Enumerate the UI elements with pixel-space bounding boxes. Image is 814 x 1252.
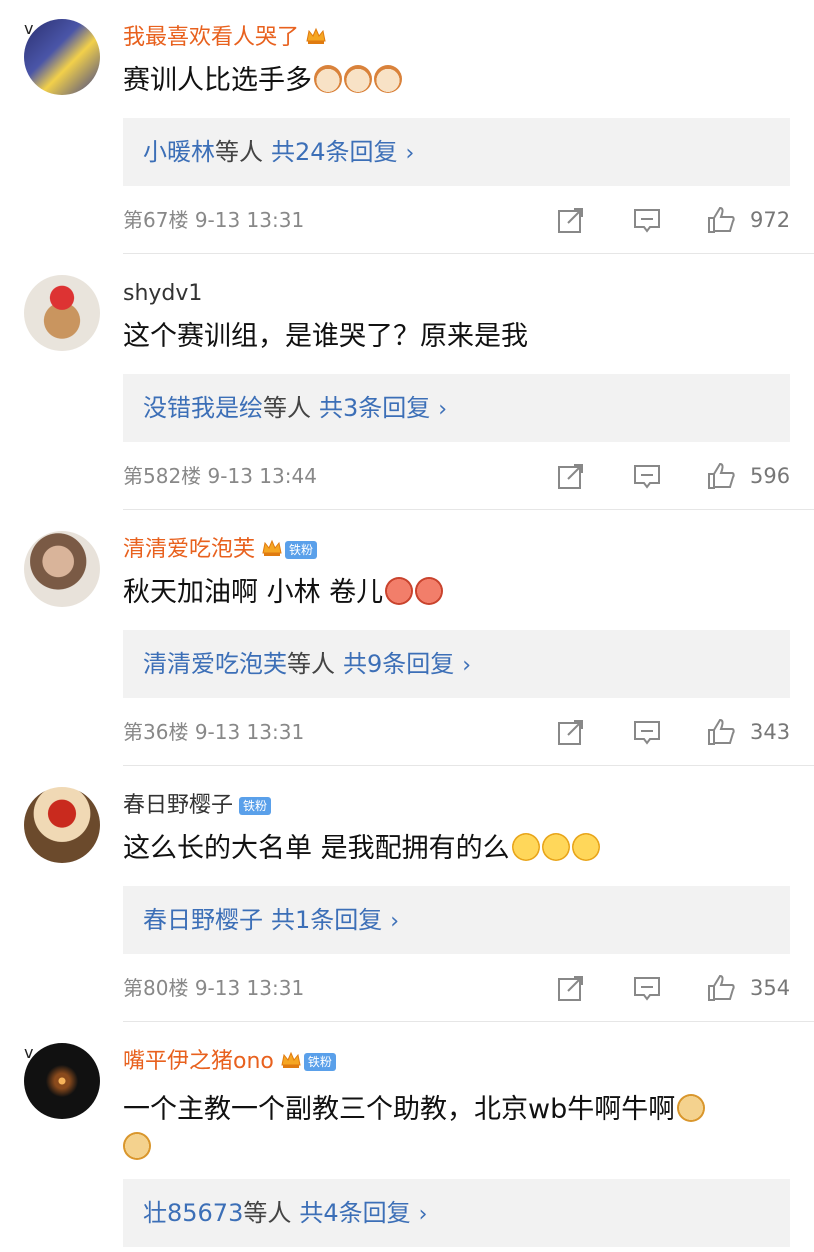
- reply-count-link[interactable]: 共4条回复: [299, 1199, 410, 1227]
- pleading-emoji-icon: [571, 833, 600, 861]
- comment-meta: 第80楼 9-13 13:31: [123, 974, 304, 1002]
- chevron-right-icon: ›: [418, 1202, 428, 1227]
- username[interactable]: 春日野樱子 铁粉: [123, 792, 272, 820]
- fans-badge: 铁粉: [303, 1053, 336, 1071]
- comment-text: 一个主教一个副教三个助教，北京wb牛啊牛啊: [123, 1092, 706, 1128]
- thumbs-up-icon[interactable]: [706, 205, 736, 235]
- reply-etc-label: 等人: [243, 1199, 292, 1227]
- username[interactable]: shydv1: [123, 280, 202, 308]
- reply-count-link[interactable]: 共1条回复: [271, 906, 382, 934]
- comment-icon[interactable]: [632, 973, 662, 1003]
- cat-emoji-icon: [344, 65, 372, 93]
- share-icon[interactable]: [556, 205, 586, 235]
- like-count: 343: [750, 720, 791, 744]
- username[interactable]: 嘴平伊之猪ono 铁粉: [123, 1048, 336, 1076]
- reply-etc-label: 等人: [263, 394, 311, 422]
- divider: [123, 765, 814, 766]
- reply-user-link[interactable]: 壮85673: [143, 1199, 243, 1227]
- floor-number: 第582楼: [123, 464, 202, 488]
- floor-number: 第36楼: [123, 720, 189, 744]
- floor-number: 第67楼: [123, 208, 189, 232]
- reply-etc-label: 等人: [215, 138, 263, 166]
- reply-count-link[interactable]: 共9条回复: [343, 650, 454, 678]
- chevron-right-icon: ›: [390, 909, 400, 934]
- floor-number: 第80楼: [123, 976, 189, 1000]
- chevron-right-icon: ›: [438, 397, 448, 422]
- comment-actions: 354: [556, 973, 796, 1005]
- avatar-image: [24, 1043, 100, 1119]
- reply-etc-label: 等人: [287, 650, 335, 678]
- thumbs-up-icon[interactable]: [706, 973, 736, 1003]
- replies-preview[interactable]: 壮85673等人 共4条回复 ›: [123, 1179, 790, 1247]
- comment-actions: 343: [556, 717, 796, 749]
- reply-count-link[interactable]: 共24条回复: [271, 138, 398, 166]
- blush-emoji-icon: [415, 577, 444, 605]
- comment-meta: 第582楼 9-13 13:44: [123, 462, 317, 490]
- comment-actions: 596: [556, 461, 796, 493]
- comment-text: 这个赛训组，是谁哭了？原来是我: [123, 321, 528, 352]
- avatar-image: [24, 787, 100, 863]
- username[interactable]: 清清爱吃泡芙 铁粉: [123, 536, 318, 564]
- share-icon[interactable]: [556, 461, 586, 491]
- username[interactable]: 我最喜欢看人哭了: [123, 24, 327, 52]
- avatar[interactable]: [24, 275, 104, 355]
- avatar-image: [24, 531, 100, 607]
- crown-icon: [306, 27, 326, 44]
- like-count: 596: [750, 464, 791, 488]
- timestamp: 9-13 13:31: [194, 208, 305, 232]
- replies-preview[interactable]: 春日野樱子 共1条回复 ›: [123, 886, 790, 954]
- comment-actions: 972: [556, 205, 796, 237]
- comment-meta: 第67楼 9-13 13:31: [123, 206, 304, 234]
- reply-user-link[interactable]: 小暖林: [143, 138, 215, 166]
- fans-badge: 铁粉: [285, 541, 318, 559]
- pleading-emoji-icon: [511, 833, 540, 861]
- avatar[interactable]: v: [24, 19, 104, 99]
- chevron-right-icon: ›: [405, 141, 415, 166]
- replies-preview[interactable]: 清清爱吃泡芙等人 共9条回复 ›: [123, 630, 790, 698]
- blush-emoji-icon: [385, 577, 414, 605]
- crown-icon: [281, 1051, 301, 1068]
- pleading-emoji-icon: [541, 833, 570, 861]
- doge-emoji-icon: [677, 1094, 706, 1122]
- comment-icon[interactable]: [632, 461, 662, 491]
- timestamp: 9-13 13:31: [194, 720, 305, 744]
- reply-user-link[interactable]: 清清爱吃泡芙: [143, 650, 287, 678]
- reply-count-link[interactable]: 共3条回复: [319, 394, 430, 422]
- like-count: 354: [750, 976, 791, 1000]
- timestamp: 9-13 13:31: [194, 976, 305, 1000]
- reply-user-link[interactable]: 春日野樱子: [143, 906, 263, 934]
- share-icon[interactable]: [556, 973, 586, 1003]
- cat-emoji-icon: [374, 65, 402, 93]
- replies-preview[interactable]: 没错我是绘等人 共3条回复 ›: [123, 374, 790, 442]
- avatar[interactable]: v: [24, 1043, 104, 1123]
- crown-icon: [262, 539, 282, 556]
- thumbs-up-icon[interactable]: [706, 461, 736, 491]
- divider: [123, 509, 814, 510]
- comment-meta: 第36楼 9-13 13:31: [123, 718, 304, 746]
- comment-text: 赛训人比选手多: [123, 63, 402, 99]
- cat-emoji-icon: [314, 65, 342, 93]
- fans-badge: 铁粉: [239, 797, 272, 815]
- divider: [123, 253, 814, 254]
- replies-preview[interactable]: 小暖林等人 共24条回复 ›: [123, 118, 790, 186]
- comment-text: 秋天加油啊 小林 卷儿: [123, 575, 444, 611]
- comment-text-wrap: [123, 1130, 151, 1166]
- share-icon[interactable]: [556, 717, 586, 747]
- reply-user-link[interactable]: 没错我是绘: [143, 394, 263, 422]
- thumbs-up-icon[interactable]: [706, 717, 736, 747]
- like-count: 972: [750, 208, 791, 232]
- avatar[interactable]: [24, 531, 104, 611]
- timestamp: 9-13 13:44: [207, 464, 317, 488]
- chevron-right-icon: ›: [462, 653, 472, 678]
- divider: [123, 1021, 814, 1022]
- comment-text: 这么长的大名单 是我配拥有的么: [123, 831, 600, 867]
- avatar-image: [24, 19, 100, 95]
- avatar-image: [24, 275, 100, 351]
- comment-icon[interactable]: [632, 205, 662, 235]
- doge-emoji-icon: [123, 1132, 151, 1160]
- comment-icon[interactable]: [632, 717, 662, 747]
- avatar[interactable]: [24, 787, 104, 867]
